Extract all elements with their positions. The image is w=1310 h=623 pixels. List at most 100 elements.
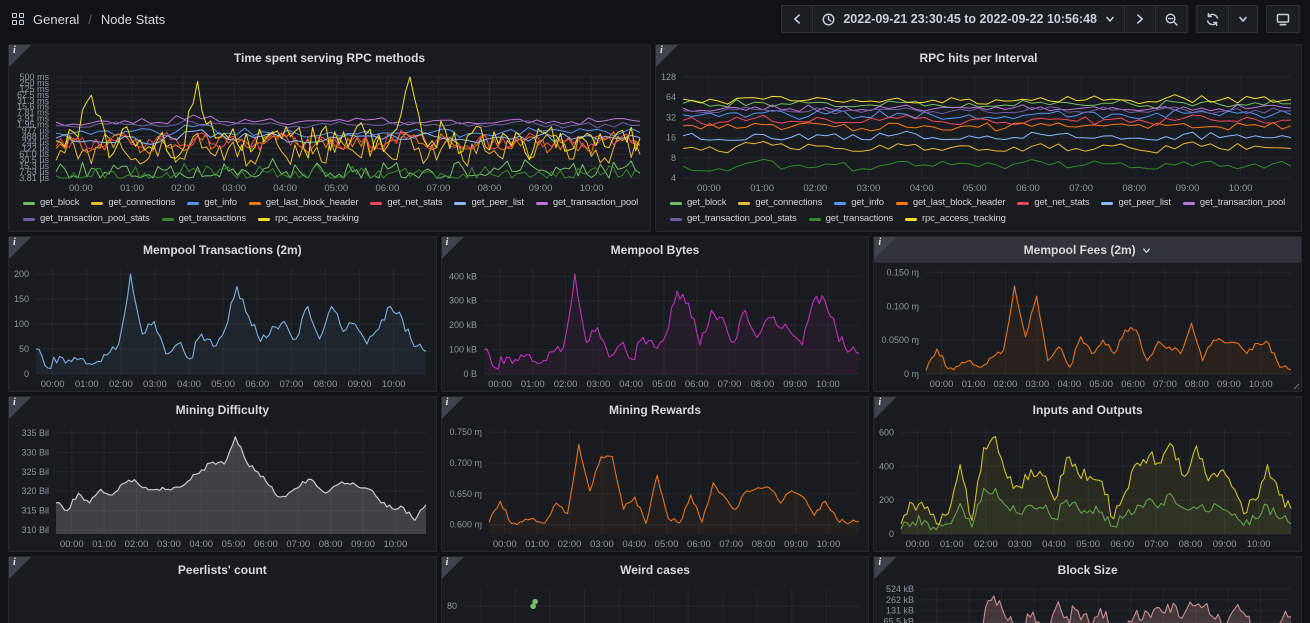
legend-label: get_block <box>687 196 726 210</box>
refresh-interval-dropdown[interactable] <box>1228 6 1257 32</box>
panel-header[interactable]: Time spent serving RPC methods <box>9 45 650 71</box>
panel-title[interactable]: Block Size <box>1058 563 1118 577</box>
chart-canvas-peerlists[interactable] <box>9 583 436 623</box>
panel-header[interactable]: Weird cases <box>442 557 869 583</box>
panel-mempool-fees: i Mempool Fees (2m) 0 ɱ0.0500 ɱ0.100 ɱ0.… <box>873 236 1302 392</box>
chart-canvas-time-spent[interactable]: 3.81 µs7.63 µs15.3 µs30.5 µs61.0 µs122 µ… <box>9 71 650 195</box>
legend-item-get_peer_list[interactable]: get_peer_list <box>454 196 523 210</box>
panel-header[interactable]: Peerlists' count <box>9 557 436 583</box>
panel-title[interactable]: Mining Difficulty <box>176 403 269 417</box>
legend-item-get_transactions[interactable]: get_transactions <box>162 212 246 226</box>
svg-text:06:00: 06:00 <box>687 539 711 550</box>
legend-item-get_info[interactable]: get_info <box>187 196 237 210</box>
legend-item-get_block[interactable]: get_block <box>670 196 726 210</box>
chart-canvas-rpc-hits[interactable]: 4816326412800:0001:0002:0003:0004:0005:0… <box>656 71 1301 195</box>
time-shift-back-button[interactable] <box>782 6 812 32</box>
panel-title[interactable]: Mining Rewards <box>609 403 701 417</box>
legend-swatch <box>670 218 682 221</box>
panel-header[interactable]: Block Size <box>874 557 1301 583</box>
legend-swatch <box>249 202 261 205</box>
panel-title[interactable]: Mempool Transactions (2m) <box>143 243 302 257</box>
chart-canvas-mining-difficulty[interactable]: 310 Bil315 Bil320 Bil325 Bil330 Bil335 B… <box>9 423 436 551</box>
panel-title[interactable]: Mempool Bytes <box>611 243 700 257</box>
chart-canvas-weird-cases[interactable]: 8000:0001:0002:0003:0004:0005:0006:0007:… <box>442 583 869 623</box>
legend-item-get_transactions[interactable]: get_transactions <box>809 212 893 226</box>
refresh-group <box>1196 5 1258 33</box>
svg-text:10:00: 10:00 <box>1229 183 1253 194</box>
svg-text:05:00: 05:00 <box>654 539 678 550</box>
legend-item-get_net_stats[interactable]: get_net_stats <box>370 196 442 210</box>
legend-label: get_peer_list <box>1118 196 1170 210</box>
legend-item-get_connections[interactable]: get_connections <box>738 196 822 210</box>
svg-text:100 kB: 100 kB <box>449 345 477 355</box>
chart-canvas-block-size[interactable]: 65.5 kB131 kB262 kB524 kB00:0001:0002:00… <box>874 583 1301 623</box>
breadcrumb-section[interactable]: General <box>33 12 79 27</box>
legend-label: get_info <box>851 196 884 210</box>
legend-item-get_peer_list[interactable]: get_peer_list <box>1101 196 1170 210</box>
panel-title[interactable]: Weird cases <box>620 563 690 577</box>
legend-item-rpc_access_tracking[interactable]: rpc_access_tracking <box>905 212 1006 226</box>
panel-header[interactable]: Mining Rewards <box>442 397 869 423</box>
kiosk-mode-button[interactable] <box>1267 6 1299 32</box>
panel-header[interactable]: Mempool Bytes <box>442 237 869 263</box>
panel-title[interactable]: Inputs and Outputs <box>1033 403 1143 417</box>
svg-text:10:00: 10:00 <box>580 183 604 194</box>
legend-swatch <box>23 218 35 221</box>
svg-text:01:00: 01:00 <box>92 539 116 550</box>
svg-text:325 Bil: 325 Bil <box>21 467 49 477</box>
legend-label: get_connections <box>108 196 175 210</box>
svg-text:0: 0 <box>889 529 894 539</box>
svg-text:00:00: 00:00 <box>69 183 93 194</box>
panel-header[interactable]: Mempool Transactions (2m) <box>9 237 436 263</box>
panel-title[interactable]: Peerlists' count <box>178 563 267 577</box>
chart-svg: 310 Bil315 Bil320 Bil325 Bil330 Bil335 B… <box>9 423 436 551</box>
svg-text:10:00: 10:00 <box>816 539 840 550</box>
legend-item-get_info[interactable]: get_info <box>834 196 884 210</box>
legend-item-get_transaction_pool[interactable]: get_transaction_pool <box>536 196 638 210</box>
panel-title[interactable]: Mempool Fees (2m) <box>1024 243 1136 257</box>
legend-swatch <box>809 218 821 221</box>
legend-item-get_last_block_header[interactable]: get_last_block_header <box>896 196 1005 210</box>
chevron-left-icon <box>790 12 804 26</box>
time-picker-button[interactable]: 2022-09-21 23:30:45 to 2022-09-22 10:56:… <box>812 6 1124 32</box>
chart-canvas-mining-rewards[interactable]: 0.600 ɱ0.650 ɱ0.700 ɱ0.750 ɱ00:0001:0002… <box>442 423 869 551</box>
refresh-button[interactable] <box>1197 6 1228 32</box>
clock-icon <box>821 12 836 27</box>
svg-text:03:00: 03:00 <box>1008 539 1032 550</box>
legend-label: get_peer_list <box>471 196 523 210</box>
panel-header[interactable]: Inputs and Outputs <box>874 397 1301 423</box>
chart-canvas-mempool-transactions[interactable]: 05010015020000:0001:0002:0003:0004:0005:… <box>9 263 436 391</box>
breadcrumb-page[interactable]: Node Stats <box>101 12 165 27</box>
svg-text:08:00: 08:00 <box>1185 379 1209 390</box>
panel-header[interactable]: Mempool Fees (2m) <box>874 237 1301 263</box>
zoom-out-button[interactable] <box>1155 6 1187 32</box>
panel-time-spent-rpc: i Time spent serving RPC methods 3.81 µs… <box>8 44 651 232</box>
svg-text:06:00: 06:00 <box>375 183 399 194</box>
panel-header[interactable]: Mining Difficulty <box>9 397 436 423</box>
svg-text:08:00: 08:00 <box>751 539 775 550</box>
legend-item-get_net_stats[interactable]: get_net_stats <box>1017 196 1089 210</box>
svg-text:07:00: 07:00 <box>1153 379 1177 390</box>
svg-text:03:00: 03:00 <box>1026 379 1050 390</box>
svg-text:01:00: 01:00 <box>521 379 545 390</box>
legend-item-get_connections[interactable]: get_connections <box>91 196 175 210</box>
chart-canvas-mempool-bytes[interactable]: 0 B100 kB200 kB300 kB400 kB00:0001:0002:… <box>442 263 869 391</box>
chart-canvas-inputs-outputs[interactable]: 020040060000:0001:0002:0003:0004:0005:00… <box>874 423 1301 551</box>
panel-title[interactable]: RPC hits per Interval <box>919 51 1037 65</box>
legend-item-get_transaction_pool_stats[interactable]: get_transaction_pool_stats <box>670 212 797 226</box>
legend-label: get_last_block_header <box>266 196 358 210</box>
legend-item-get_transaction_pool[interactable]: get_transaction_pool <box>1183 196 1285 210</box>
panel-header[interactable]: RPC hits per Interval <box>656 45 1301 71</box>
legend-item-get_block[interactable]: get_block <box>23 196 79 210</box>
svg-text:65.5 kB: 65.5 kB <box>884 617 915 623</box>
svg-text:03:00: 03:00 <box>157 539 181 550</box>
legend-item-rpc_access_tracking[interactable]: rpc_access_tracking <box>258 212 359 226</box>
apps-grid-icon[interactable] <box>12 13 24 25</box>
chevron-down-icon <box>1104 13 1116 25</box>
svg-text:05:00: 05:00 <box>963 183 987 194</box>
panel-title[interactable]: Time spent serving RPC methods <box>234 51 425 65</box>
legend-item-get_last_block_header[interactable]: get_last_block_header <box>249 196 358 210</box>
legend-item-get_transaction_pool_stats[interactable]: get_transaction_pool_stats <box>23 212 150 226</box>
time-shift-forward-button[interactable] <box>1124 6 1155 32</box>
chart-canvas-mempool-fees[interactable]: 0 ɱ0.0500 ɱ0.100 ɱ0.150 ɱ00:0001:0002:00… <box>874 263 1301 391</box>
